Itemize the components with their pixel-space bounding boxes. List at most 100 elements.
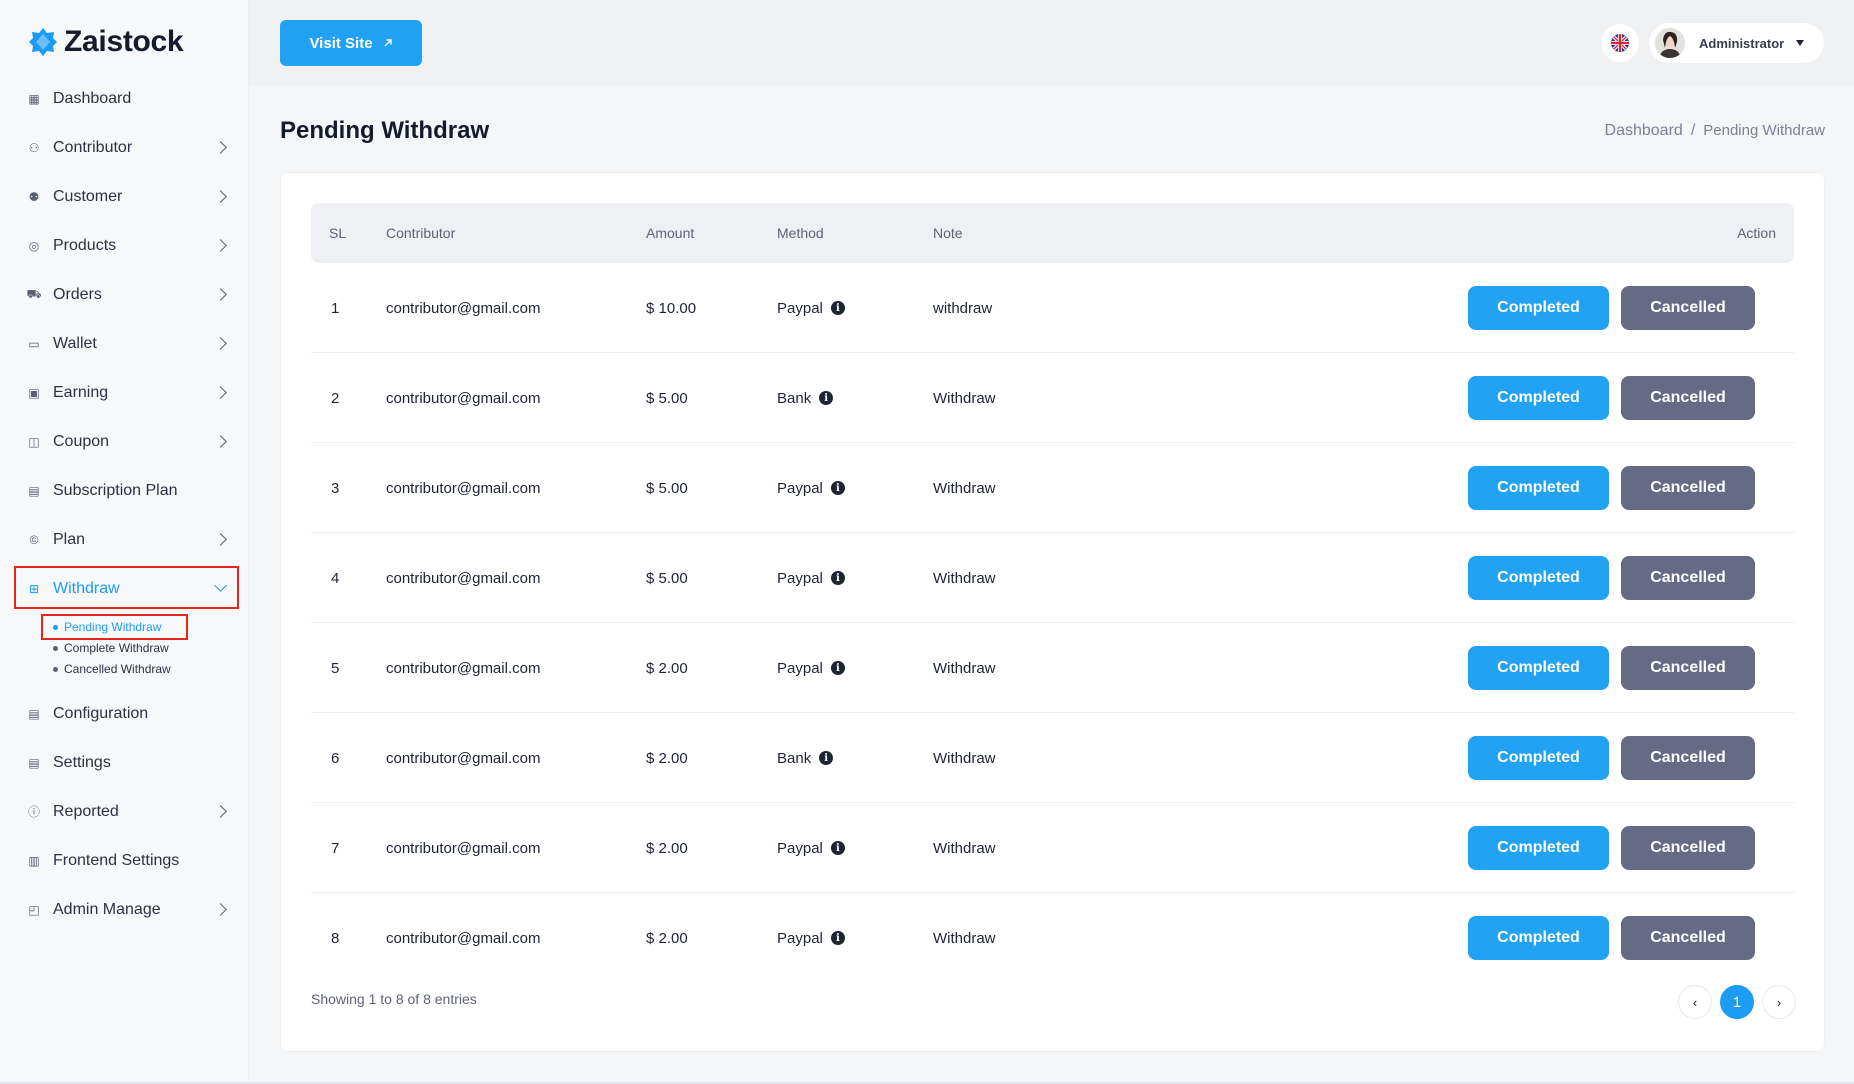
- cell-amount-text: $ 2.00: [646, 749, 688, 767]
- sidebar-item-wallet[interactable]: ▭ Wallet: [0, 319, 249, 368]
- language-button[interactable]: [1601, 24, 1639, 62]
- completed-button[interactable]: Completed: [1468, 826, 1609, 870]
- external-link-icon: [384, 39, 392, 47]
- cell-note: Withdraw: [933, 893, 996, 983]
- cell-sl-text: 6: [331, 749, 340, 767]
- logo[interactable]: Zaistock: [28, 22, 184, 62]
- info-icon[interactable]: i: [830, 481, 845, 495]
- cell-sl-text: 2: [331, 389, 340, 407]
- contributor-icon: ⚇: [28, 140, 40, 155]
- sidebar-item-contributor[interactable]: ⚇ Contributor: [0, 123, 249, 172]
- cell-amount: $ 5.00: [646, 443, 688, 533]
- highlight-box-withdraw: [14, 566, 239, 609]
- cell-contributor-text: contributor@gmail.com: [386, 569, 541, 587]
- top-header: Visit Site Administrator: [249, 0, 1854, 86]
- cell-contributor: contributor@gmail.com: [386, 353, 540, 443]
- cell-method: Paypal i: [777, 623, 845, 713]
- submenu-item-complete-withdraw[interactable]: Complete Withdraw: [52, 637, 249, 658]
- info-icon[interactable]: i: [830, 661, 845, 675]
- completed-button[interactable]: Completed: [1468, 286, 1609, 330]
- visit-site-button[interactable]: Visit Site: [280, 20, 422, 66]
- cell-contributor-text: contributor@gmail.com: [386, 659, 541, 677]
- info-icon[interactable]: i: [830, 301, 845, 315]
- table-row: 4 contributor@gmail.com $ 5.00 Paypal i Withd…: [311, 533, 1794, 623]
- sidebar-item-customer[interactable]: ⚉ Customer: [0, 172, 249, 221]
- coupon-icon: ◫: [28, 434, 40, 449]
- cell-note: Withdraw: [933, 443, 996, 533]
- user-menu[interactable]: Administrator: [1649, 23, 1824, 63]
- sidebar-item-plan[interactable]: © Plan: [0, 515, 249, 564]
- completed-button[interactable]: Completed: [1468, 646, 1609, 690]
- cell-method: Paypal i: [777, 443, 845, 533]
- sidebar-item-products[interactable]: ◎ Products: [0, 221, 249, 270]
- cancelled-button[interactable]: Cancelled: [1621, 466, 1755, 510]
- cancelled-button[interactable]: Cancelled: [1621, 916, 1755, 960]
- cell-sl: 8: [331, 893, 339, 983]
- cell-method-text: Bank: [777, 749, 812, 767]
- cancelled-button[interactable]: Cancelled: [1621, 556, 1755, 600]
- cell-sl: 1: [331, 263, 339, 353]
- subscription-icon: ▤: [28, 483, 40, 498]
- caret-down-icon: [1796, 40, 1805, 46]
- admin-icon: ◰: [28, 902, 40, 917]
- column-header-action: Action: [1737, 225, 1776, 241]
- completed-button[interactable]: Completed: [1468, 376, 1609, 420]
- sidebar-item-settings[interactable]: ▤ Settings: [0, 738, 249, 787]
- configuration-icon: ▤: [28, 706, 40, 721]
- cell-note-text: Withdraw: [933, 929, 996, 947]
- table-header: SL Contributor Amount Method Note Action: [311, 203, 1794, 263]
- completed-button[interactable]: Completed: [1468, 466, 1609, 510]
- cell-sl: 5: [331, 623, 339, 713]
- chevron-right-icon: [214, 336, 227, 350]
- frontend-icon: ▥: [28, 853, 40, 868]
- cell-contributor-text: contributor@gmail.com: [386, 299, 541, 317]
- cell-sl-text: 1: [331, 299, 340, 317]
- column-header-method: Method: [777, 225, 824, 241]
- cancelled-button[interactable]: Cancelled: [1621, 286, 1755, 330]
- completed-button[interactable]: Completed: [1468, 556, 1609, 600]
- cell-sl: 4: [331, 533, 339, 623]
- withdraw-submenu: Pending Withdraw Complete Withdraw Cancell…: [0, 613, 249, 689]
- sidebar-item-coupon[interactable]: ◫ Coupon: [0, 417, 249, 466]
- cell-contributor-text: contributor@gmail.com: [386, 839, 541, 857]
- sidebar-item-admin-manage[interactable]: ◰ Admin Manage: [0, 885, 249, 934]
- table-row: 1 contributor@gmail.com $ 10.00 Paypal i with…: [311, 263, 1794, 353]
- completed-button[interactable]: Completed: [1468, 736, 1609, 780]
- info-icon[interactable]: i: [830, 571, 845, 585]
- entries-info: Showing 1 to 8 of 8 entries: [311, 991, 477, 1007]
- cell-method: Paypal i: [777, 533, 845, 623]
- chevron-right-icon: [214, 532, 227, 546]
- sidebar-item-label: Wallet: [53, 334, 97, 352]
- cell-method: Bank i: [777, 713, 834, 803]
- breadcrumb-dashboard-link[interactable]: Dashboard: [1605, 122, 1683, 140]
- page-1-button[interactable]: 1: [1720, 985, 1754, 1019]
- submenu-item-cancelled-withdraw[interactable]: Cancelled Withdraw: [52, 658, 249, 679]
- cell-sl-text: 7: [331, 839, 340, 857]
- sidebar-item-frontend-settings[interactable]: ▥ Frontend Settings: [0, 836, 249, 885]
- completed-button[interactable]: Completed: [1468, 916, 1609, 960]
- cell-method-text: Paypal: [777, 839, 823, 857]
- column-header-amount: Amount: [646, 225, 695, 241]
- cell-contributor-text: contributor@gmail.com: [386, 479, 541, 497]
- info-icon[interactable]: i: [830, 841, 845, 855]
- sidebar-item-dashboard[interactable]: ▦ Dashboard: [0, 74, 249, 123]
- cancelled-button[interactable]: Cancelled: [1621, 736, 1755, 780]
- next-page-button[interactable]: ›: [1762, 985, 1796, 1019]
- cancelled-button[interactable]: Cancelled: [1621, 376, 1755, 420]
- cancelled-button[interactable]: Cancelled: [1621, 826, 1755, 870]
- visit-site-label: Visit Site: [309, 34, 373, 52]
- prev-page-button[interactable]: ‹: [1678, 985, 1712, 1019]
- cell-amount-text: $ 2.00: [646, 929, 688, 947]
- cell-contributor: contributor@gmail.com: [386, 443, 540, 533]
- sidebar-item-orders[interactable]: ⛟ Orders: [0, 270, 249, 319]
- cell-method-text: Paypal: [777, 929, 823, 947]
- info-icon[interactable]: i: [830, 931, 845, 945]
- cancelled-button[interactable]: Cancelled: [1621, 646, 1755, 690]
- sidebar-item-subscription-plan[interactable]: ▤ Subscription Plan: [0, 466, 249, 515]
- sidebar-item-earning[interactable]: ▣ Earning: [0, 368, 249, 417]
- info-icon[interactable]: i: [819, 391, 834, 405]
- breadcrumb-separator: /: [1690, 122, 1696, 139]
- sidebar-item-reported[interactable]: ⓘ Reported: [0, 787, 249, 836]
- info-icon[interactable]: i: [819, 751, 834, 765]
- sidebar-item-configuration[interactable]: ▤ Configuration: [0, 689, 249, 738]
